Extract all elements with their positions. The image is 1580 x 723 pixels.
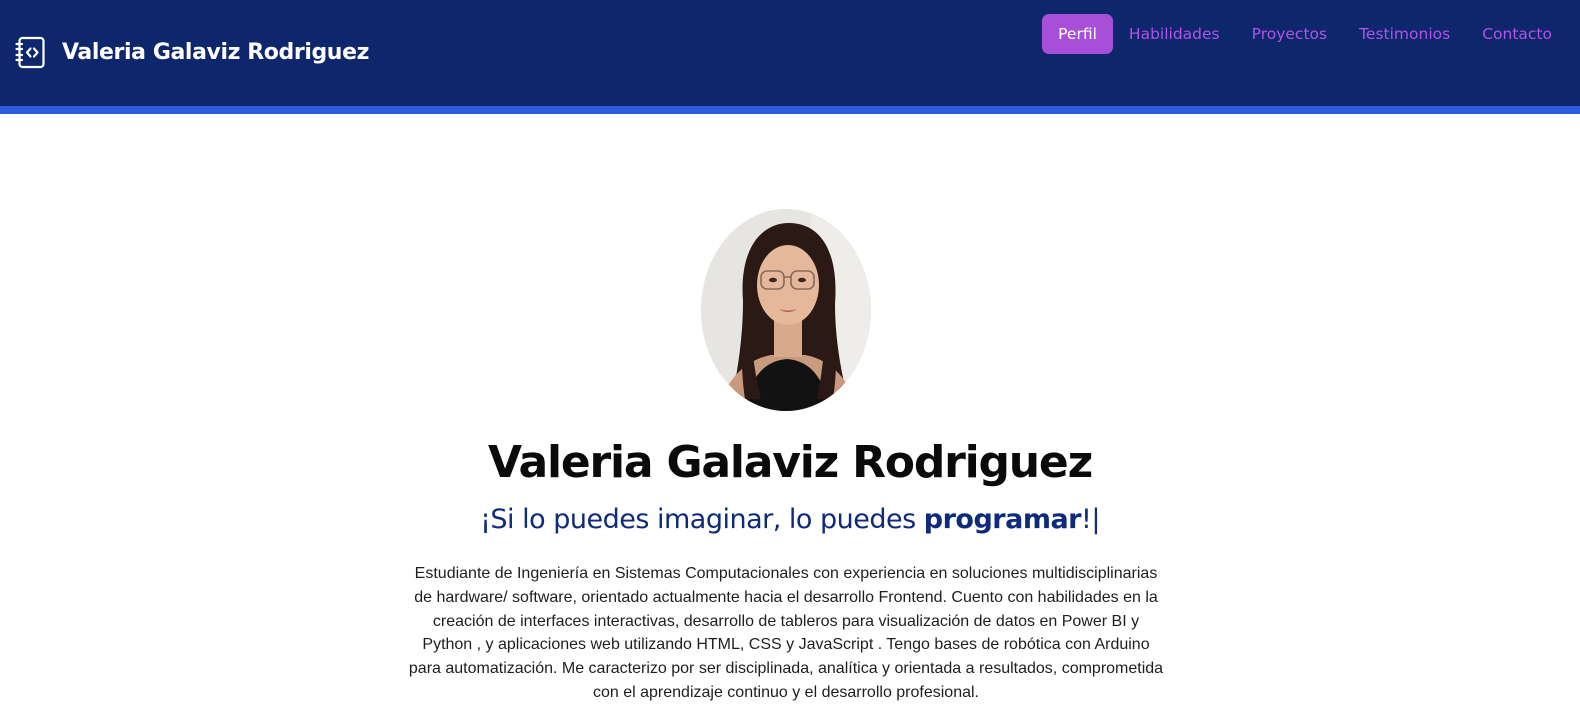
tagline-prefix: ¡Si lo puedes imaginar, lo puedes [480,504,924,535]
profile-photo-illustration [701,209,871,411]
main-nav: Perfil Habilidades Proyectos Testimonios… [1042,14,1568,54]
profile-photo [701,209,871,411]
navbar: Valeria Galaviz Rodriguez Perfil Habilid… [0,0,1580,106]
brand-title: Valeria Galaviz Rodriguez [62,39,369,65]
hero-name: Valeria Galaviz Rodriguez [488,437,1093,488]
nav-link-contacto[interactable]: Contacto [1466,14,1568,54]
code-notebook-icon [15,36,45,68]
tagline-suffix: !| [1081,504,1100,535]
navbar-accent-stripe [0,106,1580,114]
brand[interactable]: Valeria Galaviz Rodriguez [15,35,369,69]
hero-tagline: ¡Si lo puedes imaginar, lo puedes progra… [0,500,1580,540]
tagline-emphasis: programar [923,504,1082,535]
hero-bio: Estudiante de Ingeniería en Sistemas Com… [408,565,1164,701]
nav-link-proyectos[interactable]: Proyectos [1236,14,1343,54]
nav-link-perfil[interactable]: Perfil [1042,14,1113,54]
nav-link-habilidades[interactable]: Habilidades [1113,14,1236,54]
nav-link-testimonios[interactable]: Testimonios [1343,14,1466,54]
